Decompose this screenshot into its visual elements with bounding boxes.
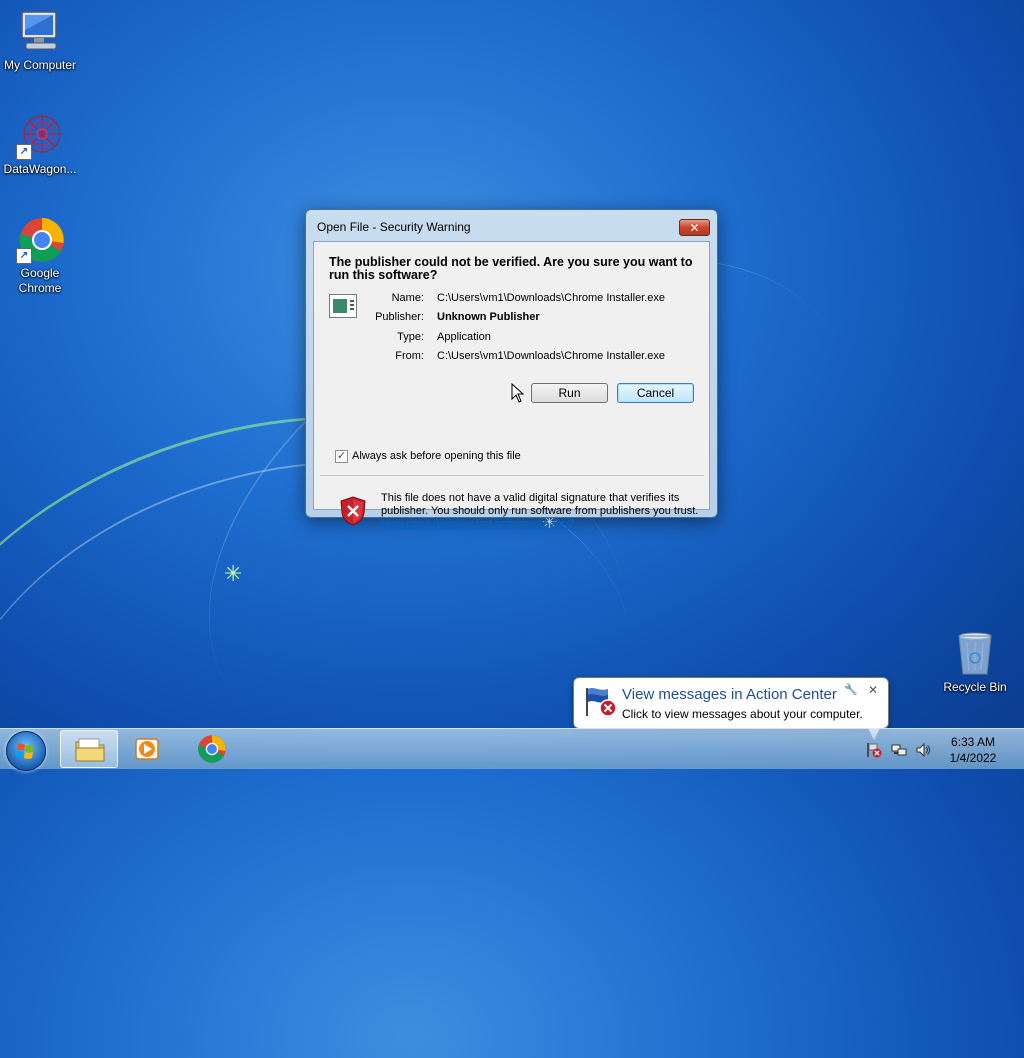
balloon-text: Click to view messages about your comput… [622, 707, 863, 721]
desktop-icon-label: DataWagon... [3, 162, 77, 176]
clock-time: 6:33 AM [950, 735, 996, 749]
desktop-icon-label: Google Chrome [18, 266, 62, 295]
dialog-headline: The publisher could not be verified. Are… [329, 255, 693, 282]
start-button[interactable] [6, 731, 46, 771]
dialog-divider [320, 475, 704, 476]
desktop-icon-my-computer[interactable]: My Computer [0, 8, 80, 72]
balloon-close-button[interactable]: ✕ [868, 683, 878, 697]
wrench-icon[interactable]: 🔧 [844, 683, 858, 696]
chrome-icon: ↗ [16, 216, 64, 264]
warning-text: This file does not have a valid digital … [381, 492, 699, 517]
dialog-close-button[interactable]: ✕ [679, 219, 710, 236]
datawagon-icon: ↗ [16, 112, 64, 160]
taskbar-clock[interactable]: 6:33 AM 1/4/2022 [941, 734, 1005, 766]
shortcut-arrow-icon: ↗ [16, 248, 32, 264]
type-value: Application [437, 331, 491, 343]
run-button[interactable]: Run [531, 383, 608, 403]
name-label: Name: [391, 292, 424, 304]
from-value: C:\Users\vm1\Downloads\Chrome Installer.… [437, 350, 666, 362]
always-ask-checkbox[interactable]: ✓ [335, 450, 348, 463]
network-icon[interactable] [891, 742, 907, 758]
security-warning-dialog: Open File - Security Warning ✕ The publi… [305, 209, 718, 530]
taskbar-chrome-button[interactable] [183, 730, 241, 768]
action-center-balloon[interactable]: View messages in Action Center Click to … [573, 677, 889, 729]
type-label: Type: [397, 331, 424, 343]
publisher-label: Publisher: [375, 311, 424, 323]
wallpaper-sparkle: ✳ [224, 562, 243, 587]
folder-icon [75, 738, 105, 762]
desktop-icon-datawagon[interactable]: ↗ DataWagon... [0, 112, 80, 176]
taskbar: 6:33 AM 1/4/2022 [0, 728, 1024, 771]
action-center-tray-icon[interactable] [866, 742, 882, 758]
media-player-icon [135, 738, 159, 760]
desktop-icon-label: Recycle Bin [943, 680, 1007, 694]
volume-icon[interactable] [915, 742, 931, 758]
desktop-icon-recycle-bin[interactable]: Recycle Bin [935, 630, 1015, 694]
computer-icon [16, 8, 64, 56]
recycle-bin-icon [951, 630, 999, 678]
balloon-title[interactable]: View messages in Action Center [622, 686, 837, 703]
mouse-cursor-icon [511, 383, 525, 403]
from-label: From: [395, 350, 424, 362]
dialog-title: Open File - Security Warning [317, 220, 471, 234]
chrome-icon [198, 735, 226, 763]
desktop-icon-google-chrome[interactable]: ↗ Google Chrome [0, 216, 80, 296]
cancel-button[interactable]: Cancel [617, 383, 694, 403]
always-ask-label[interactable]: Always ask before opening this file [352, 450, 521, 462]
dialog-client-area: The publisher could not be verified. Are… [313, 241, 710, 530]
action-center-flag-icon [586, 688, 617, 717]
publisher-value: Unknown Publisher [437, 311, 540, 323]
windows-logo-icon [16, 743, 34, 759]
name-value: C:\Users\vm1\Downloads\Chrome Installer.… [437, 292, 666, 304]
desktop-icon-label: My Computer [3, 58, 77, 72]
shortcut-arrow-icon: ↗ [16, 144, 32, 160]
help-link[interactable]: How can I decide what software to run? [381, 518, 574, 530]
taskbar-media-player-button[interactable] [120, 730, 178, 768]
taskbar-explorer-button[interactable] [60, 730, 118, 768]
clock-date: 1/4/2022 [949, 751, 997, 765]
security-shield-icon [340, 496, 366, 526]
